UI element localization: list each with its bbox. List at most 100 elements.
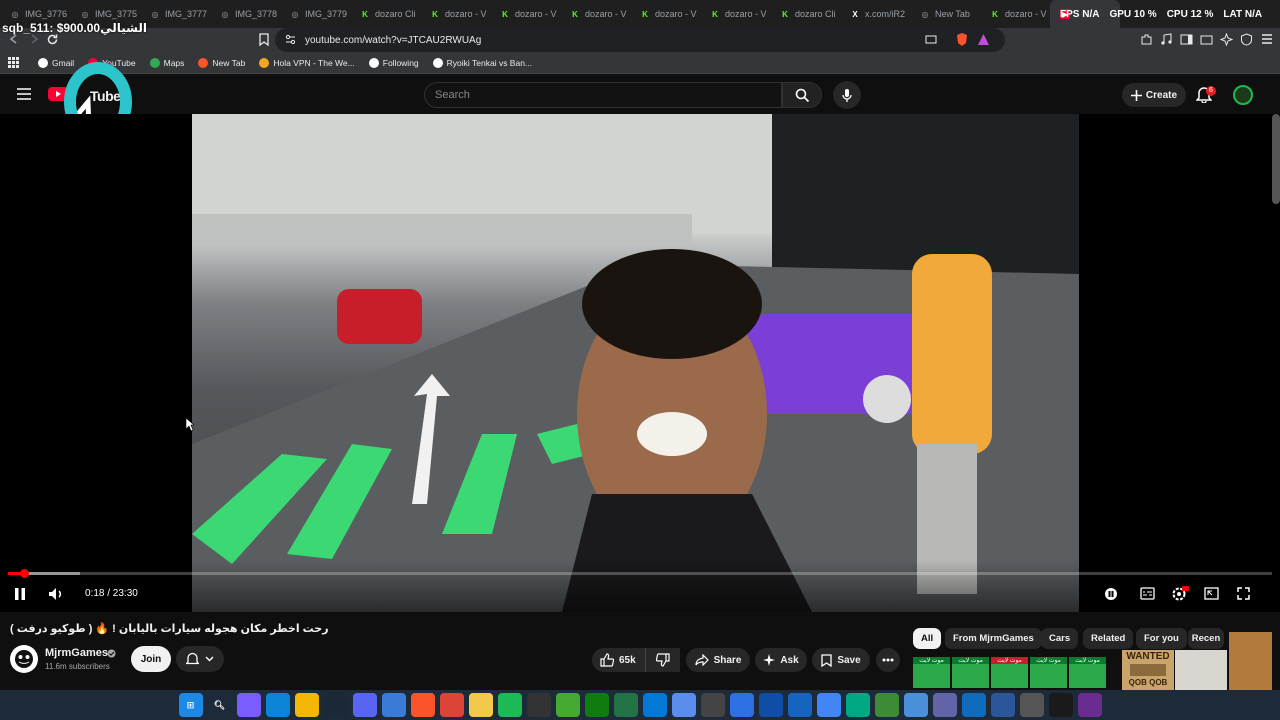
search-button[interactable] <box>782 82 822 108</box>
app-icon[interactable] <box>700 693 725 717</box>
start-windows-icon[interactable]: ⊞ <box>178 693 203 717</box>
file-explorer-icon[interactable] <box>294 693 319 717</box>
copilot-icon[interactable] <box>236 693 261 717</box>
browser-tab[interactable]: Kdozaro - V <box>490 0 560 28</box>
browser-tab[interactable]: ◎ IMG_3779 <box>280 0 350 28</box>
game-launcher-icon[interactable] <box>526 693 551 717</box>
create-button[interactable]: Create <box>1122 83 1186 107</box>
minecraft-icon[interactable] <box>555 693 580 717</box>
discord-icon[interactable] <box>352 693 377 717</box>
brave-rewards-icon[interactable] <box>977 33 990 46</box>
channel-name[interactable]: MjrmGames <box>45 647 108 659</box>
chrome-icon[interactable] <box>439 693 464 717</box>
account-avatar[interactable] <box>1233 85 1253 105</box>
excel-icon[interactable] <box>613 693 638 717</box>
pause-icon[interactable] <box>14 587 26 601</box>
search-input[interactable]: Search <box>424 82 782 108</box>
notepad-icon[interactable] <box>990 693 1015 717</box>
infinity-app-icon[interactable] <box>758 693 783 717</box>
brave-shield-icon[interactable] <box>955 32 969 47</box>
ask-button[interactable]: Ask <box>755 648 807 672</box>
recommended-thumbnail[interactable]: موت لايت <box>913 657 950 688</box>
malwarebytes-icon[interactable] <box>787 693 812 717</box>
browser-tab[interactable]: ◎ New Tab <box>910 0 980 28</box>
browser-tab[interactable]: Kdozaro - V <box>420 0 490 28</box>
photos-icon[interactable] <box>903 693 928 717</box>
brave-icon[interactable] <box>410 693 435 717</box>
recommended-thumbnails[interactable]: موت لايت موت لايت موت لايت موت لايت موت … <box>913 657 1108 688</box>
browser-tab[interactable]: ◎ IMG_3777 <box>140 0 210 28</box>
chip-from-channel[interactable]: From MjrmGames <box>945 628 1042 649</box>
miniplayer-icon[interactable] <box>1204 587 1219 600</box>
bookmark-item[interactable]: Hola VPN - The We... <box>259 57 355 68</box>
globe-app-icon[interactable] <box>671 693 696 717</box>
bookmark-star-icon[interactable] <box>258 33 270 46</box>
app-icon[interactable] <box>1077 693 1102 717</box>
steam-icon[interactable] <box>323 693 348 717</box>
recommended-thumbnail[interactable]: موت لايت <box>952 657 989 688</box>
spotify-icon[interactable] <box>497 693 522 717</box>
extensions-icon[interactable] <box>1140 33 1153 46</box>
mail-icon[interactable] <box>816 693 841 717</box>
taskbar-search-icon[interactable]: 🔍︎ <box>208 693 232 717</box>
video-frame[interactable] <box>192 114 1079 612</box>
browser-tab[interactable]: ◎ IMG_3778 <box>210 0 280 28</box>
captions-icon[interactable] <box>1140 587 1155 600</box>
leo-ai-icon[interactable] <box>1220 33 1233 46</box>
chip-for-you[interactable]: For you <box>1136 628 1187 649</box>
url-input[interactable]: youtube.com/watch?v=JTCAU2RWUAg <box>275 28 1005 52</box>
app-icon[interactable] <box>1019 693 1044 717</box>
bookmark-item[interactable]: Ryoiki Tenkai vs Ban... <box>432 57 532 68</box>
apps-grid-icon[interactable] <box>8 57 19 68</box>
dislike-button[interactable] <box>645 648 679 672</box>
chip-recent[interactable]: Recen <box>1188 628 1224 649</box>
whatsapp-icon[interactable] <box>845 693 870 717</box>
shield-app-icon[interactable] <box>729 693 754 717</box>
browser-tab[interactable]: Kdozaro - V <box>980 0 1050 28</box>
progress-bar[interactable] <box>8 572 1272 575</box>
sidebar-icon[interactable] <box>1180 33 1193 46</box>
app-icon[interactable] <box>874 693 899 717</box>
browser-tab[interactable]: Kdozaro - V <box>560 0 630 28</box>
recommended-thumbnail[interactable]: موت لايت <box>1069 657 1106 688</box>
cast-icon[interactable] <box>925 34 937 45</box>
browser-tab[interactable]: Kdozaro - V <box>630 0 700 28</box>
chip-all[interactable]: All <box>913 628 942 649</box>
channel-avatar[interactable] <box>10 645 38 673</box>
browser-tab[interactable]: Xx.com/iR2 <box>840 0 910 28</box>
xbox-icon[interactable] <box>584 693 609 717</box>
join-button[interactable]: Join <box>131 646 171 672</box>
progress-scrubber-handle[interactable] <box>20 569 29 578</box>
app-icon[interactable] <box>642 693 667 717</box>
calculator-icon[interactable] <box>381 693 406 717</box>
menu-icon[interactable] <box>1261 33 1273 45</box>
teams-icon[interactable] <box>932 693 957 717</box>
bookmark-item[interactable]: New Tab <box>198 57 245 68</box>
save-button[interactable]: Save <box>812 648 870 672</box>
subscription-bell-button[interactable] <box>176 646 224 672</box>
media-icon[interactable] <box>1160 33 1173 46</box>
voice-search-button[interactable] <box>833 81 861 109</box>
fullscreen-icon[interactable] <box>1237 587 1250 600</box>
wallet-icon[interactable] <box>1200 33 1213 46</box>
recommended-thumbnail[interactable]: موت لايت <box>1030 657 1067 688</box>
app-icon[interactable] <box>1048 693 1073 717</box>
vpn-shield-icon[interactable] <box>1240 33 1253 46</box>
settings-gear-icon[interactable] <box>1171 585 1189 603</box>
browser-tab[interactable]: Kdozaro Cli <box>350 0 420 28</box>
bookmark-item[interactable]: Following <box>368 57 419 68</box>
more-actions-button[interactable] <box>876 648 900 672</box>
site-info-icon[interactable] <box>285 34 296 45</box>
page-scrollbar[interactable] <box>1272 114 1280 204</box>
chip-related[interactable]: Related <box>1083 628 1134 649</box>
browser-tab[interactable]: Kdozaro Cli <box>770 0 840 28</box>
share-button[interactable]: Share <box>686 648 750 672</box>
chip-cars[interactable]: Cars <box>1041 628 1079 649</box>
app-icon[interactable] <box>961 693 986 717</box>
volume-icon[interactable] <box>48 587 64 601</box>
recommended-thumbnail[interactable]: موت لايت <box>991 657 1028 688</box>
browser-tab[interactable]: Kdozaro - V <box>700 0 770 28</box>
chat-icon[interactable] <box>468 693 493 717</box>
edge-icon[interactable] <box>265 693 290 717</box>
autoplay-toggle-icon[interactable] <box>1104 587 1120 601</box>
